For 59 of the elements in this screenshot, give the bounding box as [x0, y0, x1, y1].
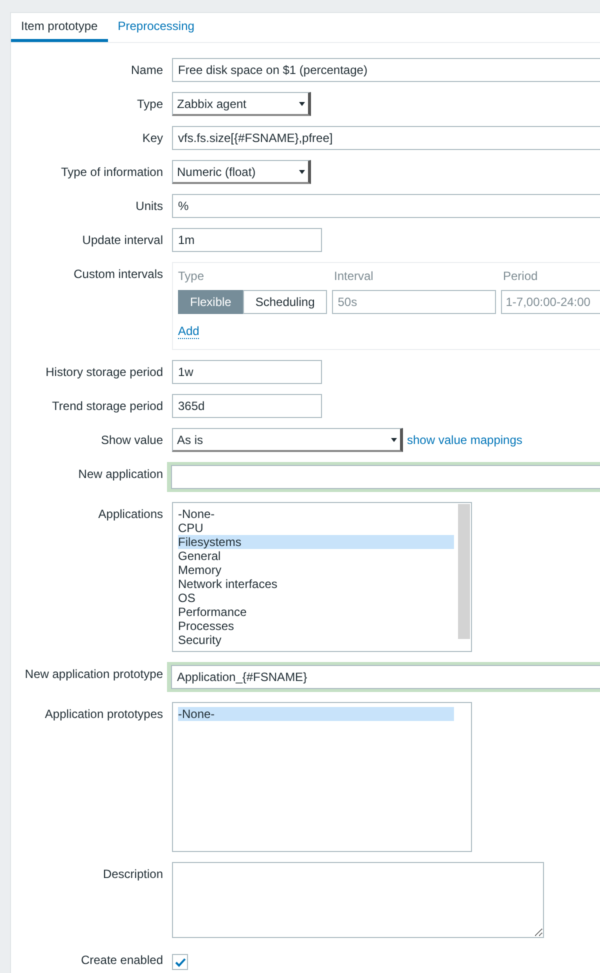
interval-field[interactable]: 50s — [332, 290, 496, 314]
list-option[interactable]: Performance — [178, 605, 454, 619]
input-field[interactable]: Free disk space on $1 (percentage) — [172, 58, 600, 82]
dropdown[interactable]: Numeric (float) — [172, 160, 311, 184]
list-box[interactable]: -None- CPU Filesystems General Memory Network interfaces OS Performance Processes Security — [172, 502, 472, 652]
caret-icon — [391, 438, 397, 442]
list-option[interactable]: CPU — [178, 521, 454, 535]
add-link[interactable]: Add — [178, 324, 200, 339]
field-label: Type — [136, 96, 163, 113]
field-label: Custom intervals — [72, 266, 163, 283]
field-label: Applications — [97, 506, 163, 523]
list-option[interactable]: OS — [178, 591, 454, 605]
list-option[interactable]: -None- — [178, 507, 454, 521]
field-label: New application — [77, 466, 163, 483]
column-header: Period — [503, 268, 539, 284]
input-field[interactable]: vfs.fs.size[{#FSNAME},pfree] — [172, 126, 600, 150]
list-option[interactable]: Memory — [178, 563, 454, 577]
input-field[interactable]: 1w — [172, 360, 322, 384]
list-box[interactable]: -None- — [172, 702, 472, 852]
caret-icon — [299, 102, 305, 106]
field-label: Trend storage period — [51, 398, 163, 415]
check-icon — [174, 958, 186, 966]
field-label: Application prototypes — [44, 706, 163, 723]
caret-icon — [299, 170, 305, 174]
list-option[interactable]: Processes — [178, 619, 454, 633]
list-option[interactable]: -None- — [178, 707, 454, 721]
tab[interactable]: Preprocessing — [108, 13, 204, 42]
field-label: Key — [141, 130, 163, 147]
description-field[interactable] — [172, 862, 544, 938]
field-label: Units — [134, 198, 163, 215]
input-field[interactable]: Application_{#FSNAME} — [171, 665, 600, 689]
field-label: History storage period — [44, 364, 163, 381]
dropdown-value: Numeric (float) — [177, 164, 256, 178]
field-label: Create enabled — [80, 952, 163, 969]
field-label: Name — [130, 62, 163, 79]
dropdown[interactable]: As is — [172, 428, 403, 452]
field-label: Update interval — [81, 232, 163, 249]
list-option[interactable]: Security — [178, 633, 454, 647]
input-field[interactable]: 1m — [172, 228, 322, 252]
dropdown-value: As is — [177, 432, 204, 446]
column-header: Interval — [334, 268, 374, 284]
mode-toggle[interactable]: Scheduling — [243, 290, 327, 314]
list-option[interactable]: Filesystems — [178, 535, 454, 549]
field-label: Description — [102, 866, 163, 883]
period-field[interactable]: 1-7,00:00-24:00 — [500, 290, 600, 314]
input-field[interactable]: % — [172, 194, 600, 218]
field-label: Show value — [100, 432, 163, 449]
column-header: Type — [178, 268, 206, 284]
input-field[interactable]: 365d — [172, 394, 322, 418]
dropdown[interactable]: Zabbix agent — [172, 92, 311, 116]
show-value-mappings-link[interactable]: show value mappings — [407, 433, 522, 447]
checkbox[interactable] — [172, 954, 188, 970]
list-option[interactable]: Network interfaces — [178, 577, 454, 591]
dropdown-value: Zabbix agent — [177, 96, 246, 110]
scrollbar[interactable] — [458, 504, 470, 639]
field-label: Type of information — [60, 164, 163, 181]
tab[interactable]: Item prototype — [11, 13, 108, 42]
field-label: New application prototype — [24, 666, 163, 683]
list-option[interactable]: General — [178, 549, 454, 563]
